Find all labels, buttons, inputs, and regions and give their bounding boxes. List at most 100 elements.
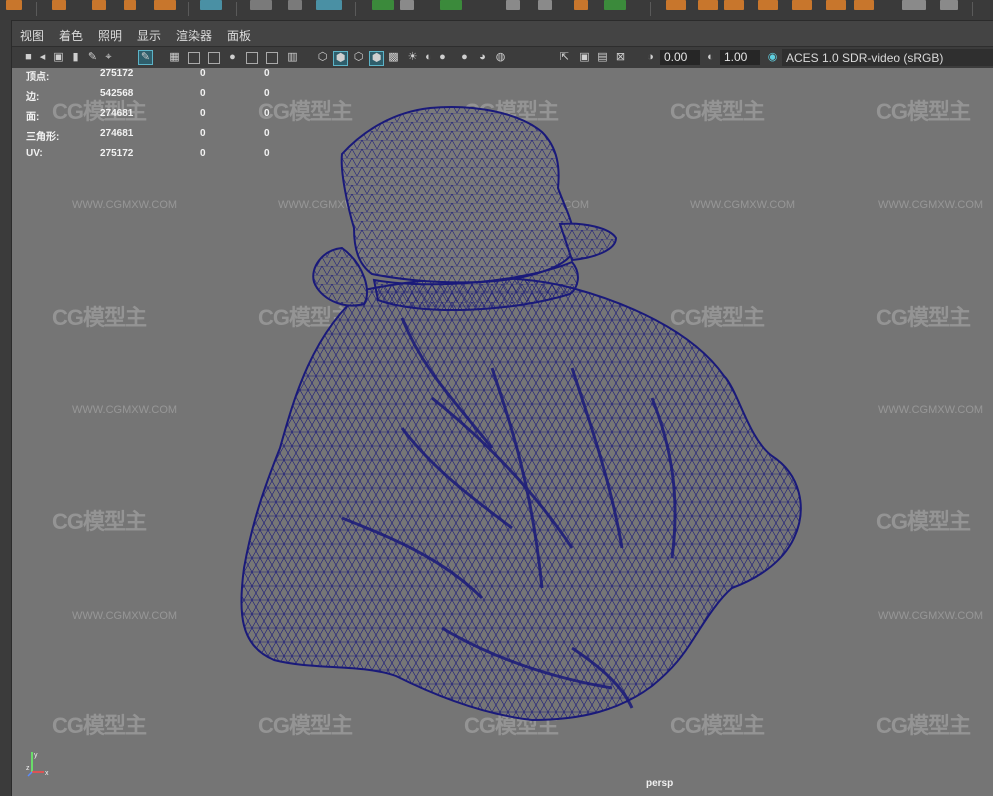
view-axis-gizmo: y x z: [26, 752, 49, 777]
shelf-separator: [972, 2, 973, 16]
shelf-tool-icon[interactable]: [52, 0, 66, 10]
film-gate-icon[interactable]: [188, 52, 200, 64]
hud-value: 0: [200, 68, 206, 79]
image-plane-icon[interactable]: ▣: [52, 51, 65, 64]
hud-value: 0: [200, 128, 206, 139]
hud-value: 274681: [100, 108, 134, 119]
isolate-select-icon[interactable]: ⇱: [558, 51, 571, 64]
anti-aliasing-icon[interactable]: ◍: [494, 51, 507, 64]
hud-value: 0: [264, 108, 270, 119]
shelf-tool-icon[interactable]: [250, 0, 272, 10]
shelf-tool-icon[interactable]: [826, 0, 846, 10]
motion-blur-icon[interactable]: ◕: [476, 51, 489, 64]
hud-value: 0: [264, 88, 270, 99]
grease-pencil-icon[interactable]: ✎: [86, 51, 99, 64]
left-panel-edge: [0, 20, 12, 796]
xray-active-icon[interactable]: ⊠: [614, 51, 627, 64]
axis-z-label: z: [26, 765, 30, 772]
resolution-gate-icon[interactable]: [208, 52, 220, 64]
gamma-field[interactable]: 1.00: [720, 50, 760, 65]
shelf-tool-icon[interactable]: [854, 0, 874, 10]
safe-action-icon[interactable]: [266, 52, 278, 64]
shelf-tool-icon[interactable]: [288, 0, 302, 10]
shelf-tool-icon[interactable]: [902, 0, 926, 10]
field-chart-icon[interactable]: [246, 52, 258, 64]
menu-shading[interactable]: 着色: [59, 27, 83, 44]
shelf-tool-icon[interactable]: [724, 0, 744, 10]
hud-label: 三角形:: [26, 132, 60, 143]
bookmark-icon[interactable]: ▮: [69, 51, 82, 64]
panel-toolbar: ■ ◂ ▣ ▮ ✎ ⌖ ✎ ▦ ● ▥ ⬡ ⬢ ⬡ ⬢ ▩ ☀ ◐ ● ● ◕ …: [12, 46, 993, 70]
gamma-icon[interactable]: ◐: [704, 51, 717, 64]
wireframe-model[interactable]: [12, 68, 993, 796]
hud-value: 0: [264, 148, 270, 159]
shelf-tool-icon[interactable]: [666, 0, 686, 10]
select-camera-icon[interactable]: ■: [22, 51, 35, 64]
hud-label: 边:: [26, 92, 40, 103]
xray-icon[interactable]: ▣: [578, 51, 591, 64]
shelf-tool-icon[interactable]: [440, 0, 462, 10]
viewport-3d[interactable]: CG模型主 CG模型主 CG模型主 CG模型主 CG模型主 WWW.CGMXW.…: [12, 68, 993, 796]
shadows-icon[interactable]: ◐: [422, 51, 435, 64]
camera-name-label: persp: [646, 778, 674, 789]
shelf-tool-icon[interactable]: [604, 0, 626, 10]
hud-value: 275172: [100, 148, 134, 159]
menu-lighting[interactable]: 照明: [98, 27, 122, 44]
shelf-tool-icon[interactable]: [400, 0, 414, 10]
color-space-label: ACES 1.0 SDR-video (sRGB): [786, 51, 944, 65]
axis-y-label: y: [34, 752, 38, 759]
hud-value: 0: [264, 128, 270, 139]
color-management-icon[interactable]: ◉: [766, 51, 779, 64]
hud-value: 542568: [100, 88, 134, 99]
shelf-tool-icon[interactable]: [92, 0, 106, 10]
2d-pan-zoom-icon[interactable]: ⌖: [102, 51, 115, 64]
axis-x-label: x: [45, 770, 49, 777]
grid-icon[interactable]: ▦: [168, 51, 181, 64]
menu-renderer[interactable]: 渲染器: [176, 27, 212, 44]
shelf-separator: [236, 2, 237, 16]
hud-label: UV:: [26, 148, 43, 159]
shelf-tool-icon[interactable]: [940, 0, 958, 10]
smooth-shade-icon[interactable]: ⬢: [333, 51, 348, 66]
exposure-icon[interactable]: ◑: [644, 51, 657, 64]
hud-value: 274681: [100, 128, 134, 139]
shelf-tool-icon[interactable]: [6, 0, 22, 10]
use-all-lights-icon[interactable]: ▩: [387, 51, 400, 64]
textured-icon[interactable]: ⬢: [369, 51, 384, 66]
shelf-tool-icon[interactable]: [316, 0, 342, 10]
panel-menu-bar: 视图 着色 照明 显示 渲染器 面板: [12, 24, 993, 45]
shelf-separator: [188, 2, 189, 16]
shelf-tool-icon[interactable]: [758, 0, 778, 10]
use-default-light-icon[interactable]: ☀: [406, 51, 419, 64]
shelf-tool-icon[interactable]: [372, 0, 394, 10]
shelf-tool-icon[interactable]: [154, 0, 176, 10]
shelf-tool-icon[interactable]: [574, 0, 588, 10]
shelf-tool-icon[interactable]: [698, 0, 718, 10]
exposure-field[interactable]: 0.00: [660, 50, 700, 65]
shelf-tool-icon[interactable]: [124, 0, 136, 10]
menu-view[interactable]: 视图: [20, 27, 44, 44]
safe-title-icon[interactable]: ▥: [286, 51, 299, 64]
hud-label: 顶点:: [26, 72, 50, 83]
shelf-separator: [36, 2, 37, 16]
hud-value: 0: [264, 68, 270, 79]
wireframe-on-shaded-icon[interactable]: ⬡: [352, 51, 365, 64]
camera-attributes-icon[interactable]: ◂: [36, 51, 49, 64]
shelf-separator: [355, 2, 356, 16]
texture-sphere-icon[interactable]: ●: [436, 51, 449, 64]
menu-show[interactable]: 显示: [137, 27, 161, 44]
xray-joints-icon[interactable]: ▤: [596, 51, 609, 64]
shelf-tool-icon[interactable]: [200, 0, 222, 10]
shelf-bar: [0, 0, 993, 21]
hud-value: 0: [200, 148, 206, 159]
screen-space-ao-icon[interactable]: ●: [458, 51, 471, 64]
scene-pen-icon[interactable]: ✎: [138, 50, 153, 65]
menu-panels[interactable]: 面板: [227, 27, 251, 44]
shelf-tool-icon[interactable]: [792, 0, 812, 10]
hud-value: 0: [200, 88, 206, 99]
wireframe-icon[interactable]: ⬡: [316, 51, 329, 64]
gate-mask-icon[interactable]: ●: [226, 51, 239, 64]
shelf-tool-icon[interactable]: [538, 0, 552, 10]
shelf-tool-icon[interactable]: [506, 0, 520, 10]
hud-value: 0: [200, 108, 206, 119]
